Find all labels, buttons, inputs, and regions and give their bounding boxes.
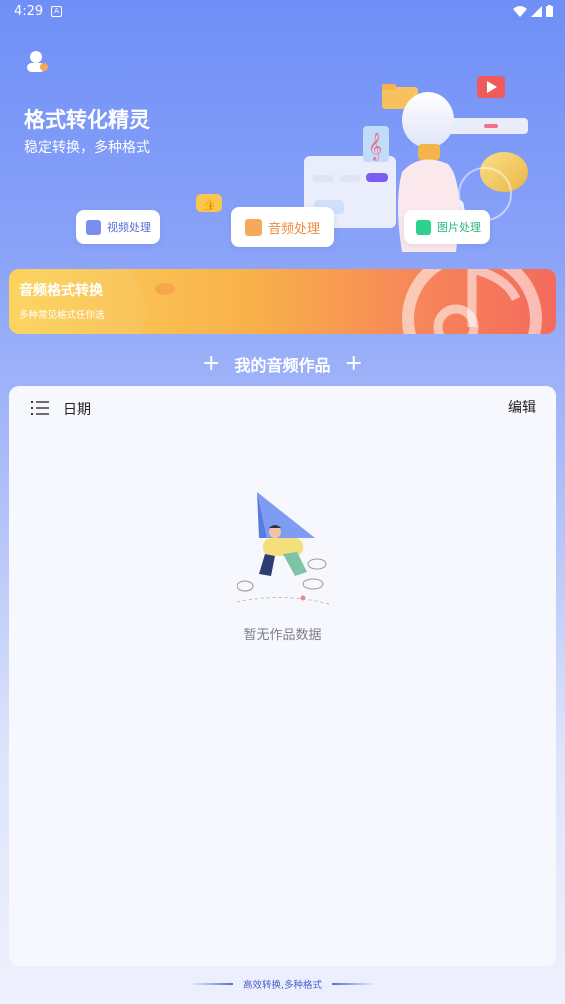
status-bar: 4:29 A bbox=[0, 0, 565, 24]
footer: 高效转换,多种格式 bbox=[0, 977, 565, 991]
list-icon[interactable] bbox=[31, 400, 49, 416]
empty-state-text: 暂无作品数据 bbox=[243, 628, 322, 643]
plus-icon-left: + bbox=[202, 351, 221, 376]
plus-icon-right: + bbox=[344, 351, 363, 376]
video-processing-button[interactable]: 视频处理 bbox=[76, 210, 160, 244]
empty-state-illustration bbox=[237, 492, 329, 605]
app-title: 格式转化精灵 bbox=[24, 108, 150, 132]
audio-processing-label: 音频处理 bbox=[268, 221, 321, 237]
section-title: 我的音频作品 bbox=[234, 356, 331, 375]
status-time: 4:29 bbox=[14, 4, 44, 19]
sort-by-date[interactable]: 日期 bbox=[63, 399, 91, 419]
image-processing-label: 图片处理 bbox=[437, 221, 481, 234]
wifi-icon bbox=[513, 5, 527, 17]
banner-subtitle: 多种常见格式任你选 bbox=[19, 310, 105, 321]
notification-icon: A bbox=[51, 6, 62, 17]
svg-text:𝄞: 𝄞 bbox=[368, 132, 382, 161]
edit-button[interactable]: 编辑 bbox=[508, 397, 536, 417]
footer-divider-right bbox=[332, 983, 377, 985]
audio-processing-button[interactable]: 音频处理 bbox=[231, 207, 334, 247]
my-audio-works-header: + 我的音频作品 + bbox=[0, 352, 565, 376]
video-processing-label: 视频处理 bbox=[107, 221, 151, 234]
profile-icon[interactable] bbox=[24, 48, 50, 74]
audio-icon bbox=[245, 218, 262, 236]
audio-format-conversion-banner[interactable]: 音频格式转换 多种常见格式任你选 bbox=[9, 269, 556, 334]
video-icon bbox=[86, 219, 101, 235]
signal-icon bbox=[531, 5, 542, 17]
image-icon bbox=[416, 219, 431, 235]
works-list-card: 日期 编辑 暂无作品数据 bbox=[9, 386, 556, 966]
app-subtitle: 稳定转换，多种格式 bbox=[24, 140, 150, 156]
music-note-icon bbox=[402, 269, 542, 334]
svg-text:👍: 👍 bbox=[202, 198, 216, 211]
battery-icon bbox=[546, 5, 553, 17]
footer-divider-left bbox=[188, 983, 233, 985]
footer-slogan: 高效转换,多种格式 bbox=[242, 980, 323, 991]
image-processing-button[interactable]: 图片处理 bbox=[404, 210, 490, 244]
banner-title: 音频格式转换 bbox=[19, 283, 103, 299]
status-indicators bbox=[513, 5, 553, 17]
